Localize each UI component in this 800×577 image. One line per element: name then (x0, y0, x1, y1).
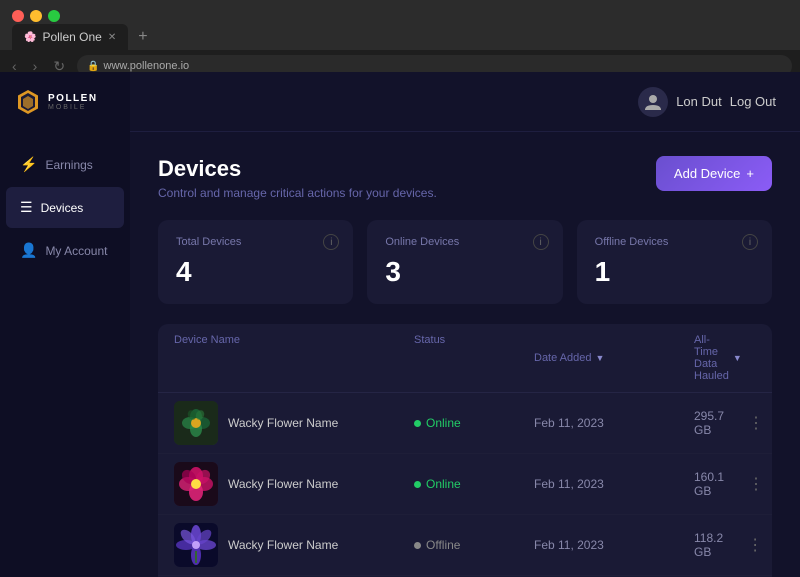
device-thumb-3 (174, 523, 218, 567)
flower-svg-1 (174, 401, 218, 445)
table-row[interactable]: Wacky Flower Name Offline Feb 11, 2023 1… (158, 515, 772, 576)
row-menu-1[interactable]: ⋮ (724, 413, 764, 433)
col-date-added[interactable]: Date Added ▼ (534, 334, 694, 382)
logo-sub-text: MOBILE (48, 104, 98, 111)
tab-title: Pollen One (42, 30, 101, 44)
status-text-2: Online (426, 477, 461, 491)
logo-text-area: POLLEN MOBILE (48, 93, 98, 111)
stat-info-online[interactable]: i (533, 234, 549, 250)
table-header: Device Name Status Date Added ▼ All-Time… (158, 324, 772, 393)
stat-card-offline: Offline Devices 1 i (577, 220, 772, 304)
device-name-cell-2: Wacky Flower Name (174, 462, 414, 506)
col-date-label: Date Added (534, 352, 592, 364)
plus-icon: + (746, 166, 754, 181)
sidebar-item-account[interactable]: 👤 My Account (6, 230, 124, 271)
sidebar: POLLEN MOBILE ⚡ Earnings ☰ Devices 👤 My … (0, 72, 130, 577)
status-cell-3: Offline (414, 538, 534, 552)
status-text-1: Online (426, 416, 461, 430)
close-button[interactable] (12, 10, 24, 22)
sort-data-icon: ▼ (733, 353, 742, 363)
active-tab[interactable]: 🌸 Pollen One ✕ (12, 24, 128, 50)
stat-label-offline: Offline Devices (595, 236, 754, 248)
page-subtitle: Control and manage critical actions for … (158, 186, 437, 200)
tab-close-icon[interactable]: ✕ (108, 32, 116, 43)
status-text-3: Offline (426, 538, 460, 552)
stats-row: Total Devices 4 i Online Devices 3 i Off… (158, 220, 772, 304)
device-name-text-2: Wacky Flower Name (228, 477, 338, 491)
account-icon: 👤 (20, 242, 37, 259)
logo-area: POLLEN MOBILE (0, 72, 130, 132)
user-name: Lon Dut (676, 94, 722, 109)
main-content: Lon Dut Log Out Devices Control and mana… (130, 72, 800, 577)
stat-card-online: Online Devices 3 i (367, 220, 562, 304)
device-name-text-1: Wacky Flower Name (228, 416, 338, 430)
logo-icon (14, 88, 42, 116)
sidebar-item-devices[interactable]: ☰ Devices (6, 187, 124, 228)
page-title-area: Devices Control and manage critical acti… (158, 156, 437, 200)
sidebar-item-earnings[interactable]: ⚡ Earnings (6, 144, 124, 185)
device-thumb-2 (174, 462, 218, 506)
table-row[interactable]: Wacky Flower Name Online Feb 11, 2023 29… (158, 393, 772, 454)
sidebar-item-earnings-label: Earnings (45, 158, 92, 172)
page-header: Devices Control and manage critical acti… (158, 156, 772, 200)
logout-button[interactable]: Log Out (730, 94, 776, 109)
col-device-name: Device Name (174, 334, 414, 382)
stat-value-online: 3 (385, 256, 544, 288)
col-data-hauled[interactable]: All-Time Data Hauled ▼ (694, 334, 742, 382)
stat-label-online: Online Devices (385, 236, 544, 248)
data-cell-2: 160.1 GB (694, 470, 724, 498)
table-row[interactable]: Wacky Flower Name Online Feb 11, 2023 16… (158, 454, 772, 515)
devices-icon: ☰ (20, 199, 33, 216)
col-data-label: All-Time Data Hauled (694, 334, 729, 382)
add-device-button[interactable]: Add Device + (656, 156, 772, 191)
content-area: Devices Control and manage critical acti… (130, 132, 800, 577)
status-dot-2 (414, 481, 421, 488)
topbar: Lon Dut Log Out (130, 72, 800, 132)
user-avatar (638, 87, 668, 117)
add-device-label: Add Device (674, 166, 740, 181)
row-menu-3[interactable]: ⋮ (723, 535, 763, 555)
flower-svg-2 (174, 462, 218, 506)
app-container: POLLEN MOBILE ⚡ Earnings ☰ Devices 👤 My … (0, 72, 800, 577)
sidebar-item-devices-label: Devices (41, 201, 84, 215)
col-status: Status (414, 334, 534, 382)
status-cell-2: Online (414, 477, 534, 491)
maximize-button[interactable] (48, 10, 60, 22)
logo-main-text: POLLEN (48, 93, 98, 104)
new-tab-button[interactable]: + (132, 26, 153, 48)
flower-svg-3 (174, 523, 218, 567)
col-actions (742, 334, 772, 382)
device-name-cell-1: Wacky Flower Name (174, 401, 414, 445)
device-name-text-3: Wacky Flower Name (228, 538, 338, 552)
user-icon-svg (644, 93, 662, 111)
date-cell-2: Feb 11, 2023 (534, 477, 694, 491)
data-cell-1: 295.7 GB (694, 409, 724, 437)
earnings-icon: ⚡ (20, 156, 37, 173)
devices-table: Device Name Status Date Added ▼ All-Time… (158, 324, 772, 577)
lock-icon: 🔒 (87, 61, 99, 72)
device-name-cell-3: Wacky Flower Name (174, 523, 414, 567)
sidebar-item-account-label: My Account (45, 244, 107, 258)
browser-chrome: 🌸 Pollen One ✕ + ‹ › ↻ 🔒 www.pollenone.i… (0, 0, 800, 72)
stat-info-offline[interactable]: i (742, 234, 758, 250)
sort-date-icon: ▼ (596, 353, 605, 363)
status-dot-1 (414, 420, 421, 427)
stat-value-total: 4 (176, 256, 335, 288)
device-thumb-1 (174, 401, 218, 445)
row-menu-2[interactable]: ⋮ (724, 474, 764, 494)
stat-label-total: Total Devices (176, 236, 335, 248)
status-dot-3 (414, 542, 421, 549)
status-cell-1: Online (414, 416, 534, 430)
user-area[interactable]: Lon Dut Log Out (638, 87, 776, 117)
stat-info-total[interactable]: i (323, 234, 339, 250)
data-cell-3: 118.2 GB (694, 531, 723, 559)
url-text: www.pollenone.io (104, 60, 190, 72)
sidebar-nav: ⚡ Earnings ☰ Devices 👤 My Account (0, 142, 130, 577)
minimize-button[interactable] (30, 10, 42, 22)
stat-value-offline: 1 (595, 256, 754, 288)
page-title: Devices (158, 156, 437, 182)
stat-card-total: Total Devices 4 i (158, 220, 353, 304)
date-cell-1: Feb 11, 2023 (534, 416, 694, 430)
date-cell-3: Feb 11, 2023 (534, 538, 694, 552)
